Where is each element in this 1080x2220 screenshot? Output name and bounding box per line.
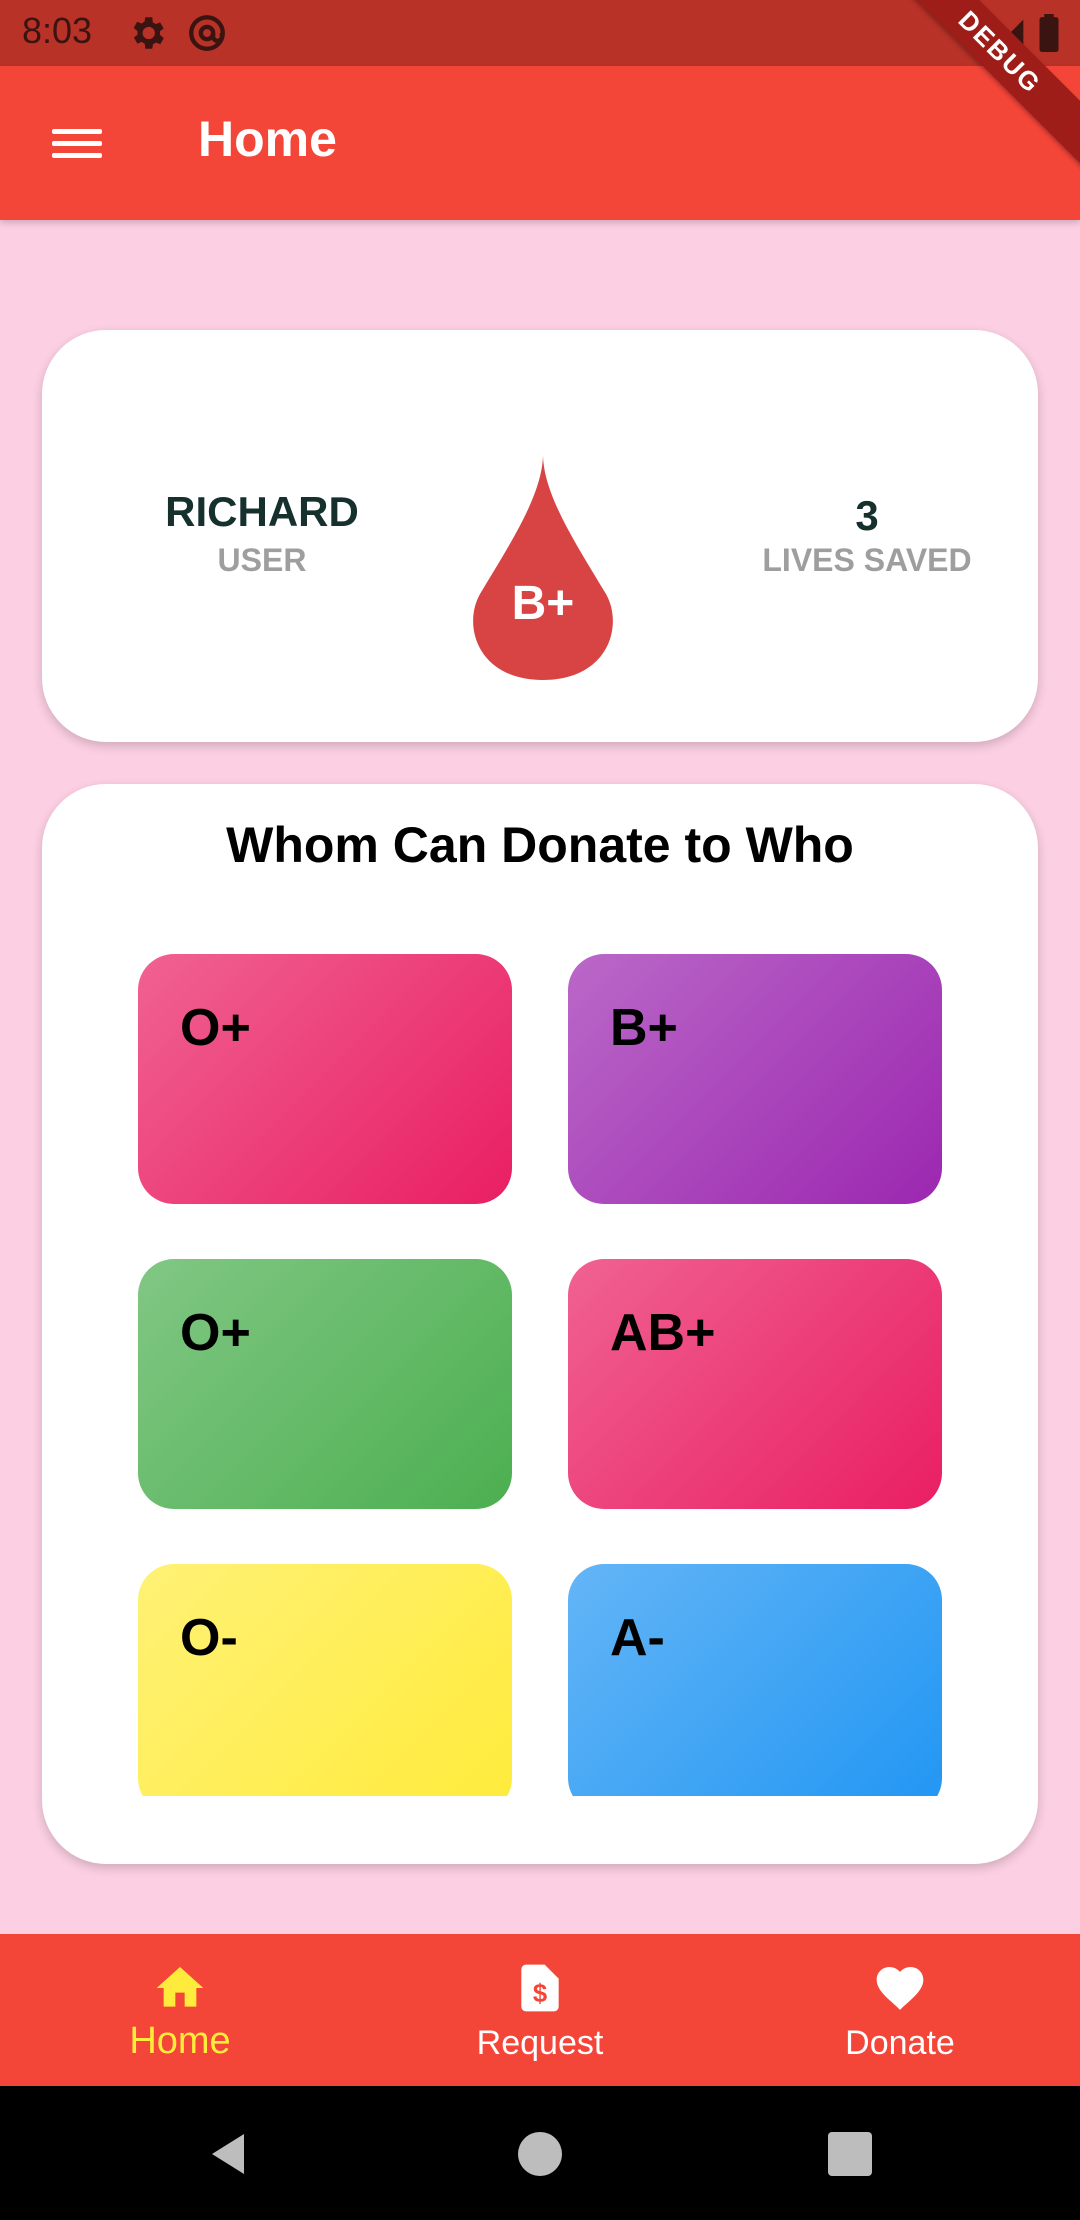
tile-label: A-	[610, 1609, 665, 1667]
nav-item-home[interactable]: Home	[0, 1934, 360, 2086]
bottom-navigation: Home $ Request Donate	[0, 1934, 1080, 2086]
user-role: USER	[217, 542, 307, 578]
nav-item-donate[interactable]: Donate	[720, 1934, 1080, 2086]
heart-icon	[876, 1967, 924, 2010]
nav-item-request[interactable]: $ Request	[360, 1934, 720, 2086]
tile-label: AB+	[610, 1304, 716, 1362]
wifi-icon	[946, 19, 982, 47]
home-icon	[156, 1967, 204, 2007]
nav-label-donate: Donate	[845, 2024, 955, 2062]
page-title: Home	[198, 111, 337, 167]
tile-label: O-	[180, 1609, 238, 1667]
at-sign-icon	[189, 15, 225, 51]
section-title: Whom Can Donate to Who	[226, 817, 854, 873]
blood-type-tile[interactable]: AB+	[568, 1259, 942, 1509]
app-bar: Home	[0, 66, 1080, 220]
home-circle-icon[interactable]	[516, 2130, 564, 2178]
blood-type-grid[interactable]: O+ B+ O+ AB+ O- A-	[138, 954, 986, 1796]
nav-label-home: Home	[129, 2020, 231, 2062]
blood-type-tile[interactable]: B+	[568, 954, 942, 1204]
tile-label: O+	[180, 1304, 251, 1362]
hamburger-icon-line	[52, 141, 102, 146]
system-navigation-bar	[0, 2086, 1080, 2220]
back-icon[interactable]	[204, 2130, 252, 2178]
donate-compatibility-card: Whom Can Donate to Who O+ B+ O+ AB+ O- A…	[42, 784, 1038, 1864]
recents-square-icon[interactable]	[826, 2130, 874, 2178]
blood-drop-icon	[473, 454, 613, 680]
hamburger-icon-line	[52, 129, 102, 134]
settings-gear-icon	[133, 17, 164, 49]
user-name: RICHARD	[165, 488, 359, 535]
status-icons	[946, 14, 1060, 52]
lives-saved-count: 3	[855, 492, 879, 539]
profile-card: RICHARD USER B+ 3 LIVES SAVED	[42, 330, 1038, 742]
svg-text:$: $	[533, 1980, 547, 2008]
status-time: 8:03	[22, 10, 93, 51]
lives-saved-label: LIVES SAVED	[762, 542, 972, 578]
status-bar: 8:03	[0, 0, 1080, 66]
menu-button[interactable]	[38, 111, 114, 175]
blood-type-tile[interactable]: O+	[138, 954, 512, 1204]
request-receipt-icon: $	[521, 1964, 559, 2012]
blood-type-tile[interactable]: O-	[138, 1564, 512, 1796]
tile-label: B+	[610, 999, 678, 1057]
cell-signal-icon	[996, 19, 1024, 47]
battery-icon	[1039, 14, 1059, 52]
blood-type-tile[interactable]: O+	[138, 1259, 512, 1509]
nav-label-request: Request	[476, 2024, 604, 2062]
blood-type-label: B+	[511, 577, 575, 630]
tile-label: O+	[180, 999, 251, 1057]
hamburger-icon-line	[52, 153, 102, 158]
blood-type-tile[interactable]: A-	[568, 1564, 942, 1796]
